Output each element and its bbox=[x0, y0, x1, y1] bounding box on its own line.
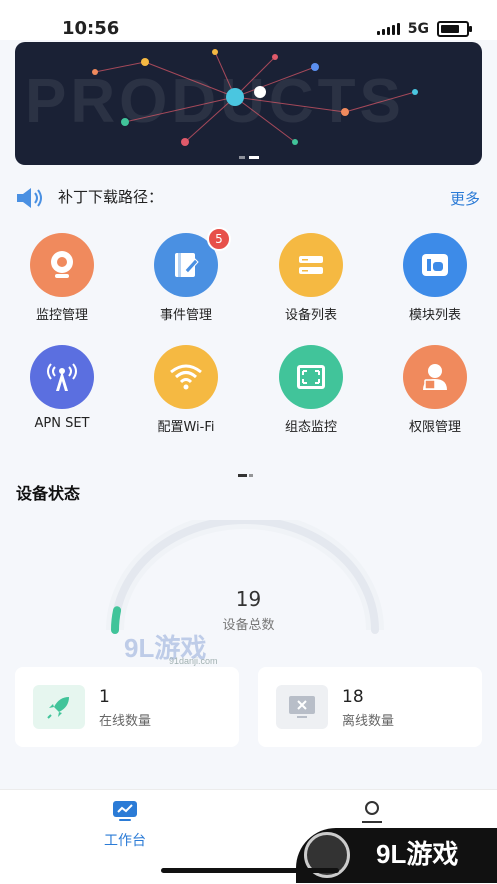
online-count: 1 bbox=[99, 687, 110, 707]
offline-card[interactable]: 18 离线数量 bbox=[258, 667, 482, 747]
tab-workbench[interactable]: 工作台 bbox=[65, 800, 185, 850]
offline-monitor-icon bbox=[276, 685, 328, 729]
banner-dot[interactable] bbox=[238, 156, 245, 159]
status-bar: 10:56 5G bbox=[0, 0, 497, 40]
offline-label: 离线数量 bbox=[342, 714, 395, 729]
menu-permission-management[interactable]: 权限管理 bbox=[385, 345, 485, 435]
rocket-icon bbox=[33, 685, 85, 729]
menu-label: 设备列表 bbox=[284, 308, 337, 323]
menu-label: 组态监控 bbox=[284, 420, 337, 435]
device-total-count: 19 bbox=[235, 587, 262, 611]
menu-configuration-monitor[interactable]: 组态监控 bbox=[261, 345, 361, 435]
menu-monitor-management[interactable]: 监控管理 bbox=[12, 233, 112, 323]
home-indicator bbox=[161, 868, 339, 873]
frame-icon bbox=[279, 345, 343, 409]
menu-label: 事件管理 bbox=[159, 308, 212, 323]
menu-label: 配置Wi-Fi bbox=[157, 420, 215, 435]
network-graph-illustration bbox=[92, 49, 418, 146]
banner-dot-active[interactable] bbox=[248, 156, 259, 159]
banner-pagination bbox=[15, 156, 482, 159]
menu-module-list[interactable]: 模块列表 bbox=[385, 233, 485, 323]
module-icon bbox=[403, 233, 467, 297]
menu-apn-set[interactable]: APN SET bbox=[12, 345, 112, 435]
menu-label: 模块列表 bbox=[408, 308, 461, 323]
antenna-icon bbox=[30, 345, 94, 409]
status-time: 10:56 bbox=[62, 18, 120, 39]
menu-label: 监控管理 bbox=[35, 308, 88, 323]
device-total-label: 设备总数 bbox=[222, 618, 275, 633]
menu-event-management[interactable]: 5 事件管理 bbox=[136, 227, 236, 323]
status-indicators: 5G bbox=[376, 21, 472, 37]
menu-config-wifi[interactable]: 配置Wi-Fi bbox=[136, 345, 236, 435]
menu-pagination bbox=[238, 474, 253, 477]
network-label: 5G bbox=[407, 21, 429, 37]
dashboard-icon bbox=[113, 801, 137, 821]
user-lock-icon bbox=[403, 345, 467, 409]
online-card[interactable]: 1 在线数量 bbox=[15, 667, 239, 747]
notice-bar: 补丁下载路径： 更多 bbox=[15, 184, 482, 212]
online-label: 在线数量 bbox=[99, 714, 152, 729]
corner-watermark-brand: 9L游戏 bbox=[376, 839, 459, 869]
banner-carousel[interactable]: PRODUCTS bbox=[15, 42, 482, 165]
menu-label: 权限管理 bbox=[408, 420, 461, 435]
notification-badge: 5 bbox=[207, 227, 231, 251]
menu-label: APN SET bbox=[34, 416, 90, 431]
device-status-title: 设备状态 bbox=[16, 484, 81, 503]
user-icon bbox=[362, 801, 382, 823]
wifi-icon bbox=[154, 345, 218, 409]
speaker-icon bbox=[17, 188, 42, 208]
list-icon bbox=[279, 233, 343, 297]
watermark-site: 91danji.com bbox=[169, 656, 218, 666]
more-link[interactable]: 更多 bbox=[450, 188, 480, 209]
offline-count: 18 bbox=[342, 687, 364, 707]
site-watermark: 9L游戏 91danji.com bbox=[124, 628, 218, 666]
notice-text: 补丁下载路径： bbox=[58, 188, 164, 206]
corner-watermark: 9L游戏 bbox=[296, 828, 497, 883]
menu-device-list[interactable]: 设备列表 bbox=[261, 233, 361, 323]
signal-icon bbox=[376, 23, 400, 35]
tab-label: 工作台 bbox=[104, 833, 146, 849]
camera-icon bbox=[30, 233, 94, 297]
battery-icon bbox=[437, 21, 472, 37]
